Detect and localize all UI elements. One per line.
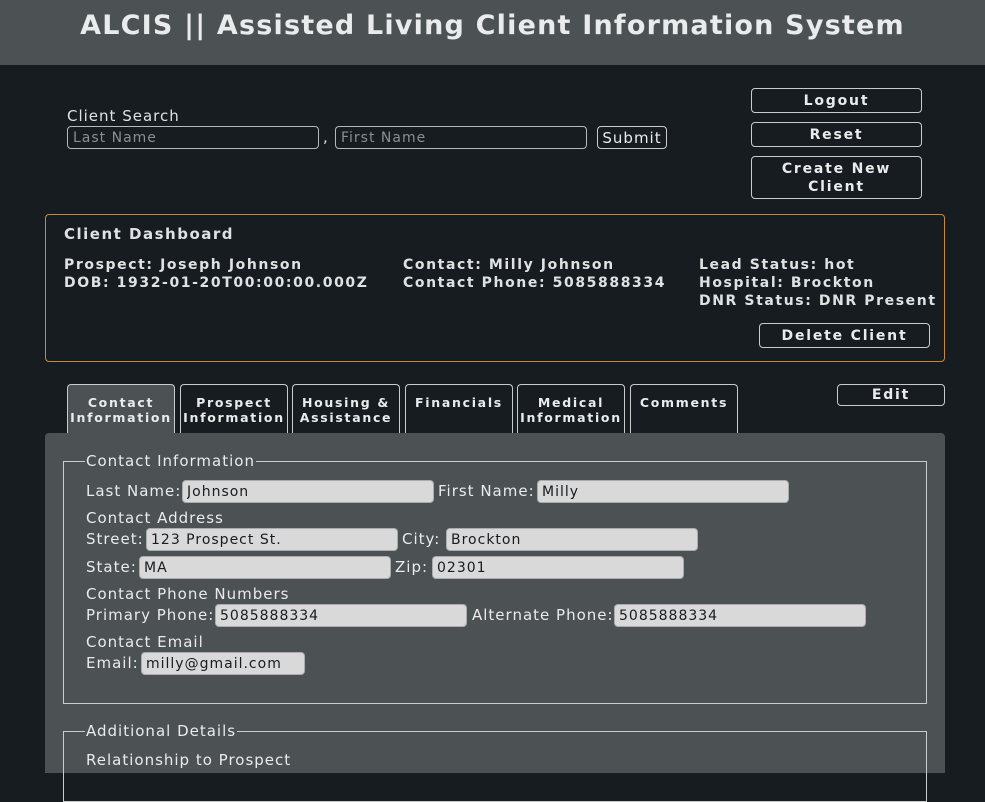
create-new-client-label-line1: Create New — [781, 160, 892, 177]
app-title: ALCIS || Assisted Living Client Informat… — [80, 10, 905, 41]
app-header: ALCIS || Assisted Living Client Informat… — [0, 0, 985, 65]
city-label: City: — [402, 530, 441, 548]
tab-label-line1: Comments — [639, 395, 729, 410]
tab-panel: Contact Information Last Name: First Nam… — [45, 433, 945, 802]
tab-label-line1: Contact — [87, 395, 155, 410]
prospect-name: Prospect: Joseph Johnson — [64, 257, 303, 273]
logout-button[interactable]: Logout — [751, 88, 922, 113]
contact-first-name-input[interactable] — [537, 480, 789, 503]
tab-comments[interactable]: Comments — [630, 384, 738, 434]
email-label: Email: — [86, 654, 139, 672]
contact-email-heading: Contact Email — [86, 633, 204, 651]
tab-housing-assistance[interactable]: Housing & Assistance — [292, 384, 400, 434]
tab-medical-information[interactable]: Medical Information — [517, 384, 625, 434]
first-name-label: First Name: — [438, 482, 535, 500]
tab-label-line1: Housing & — [301, 395, 391, 410]
zip-input[interactable] — [432, 556, 684, 579]
create-new-client-button[interactable]: Create New Client — [751, 156, 922, 199]
primary-phone-label: Primary Phone: — [86, 606, 215, 624]
city-input[interactable] — [446, 528, 698, 551]
additional-details-legend: Additional Details — [86, 722, 237, 740]
tab-label-line2: Assistance — [299, 410, 393, 425]
contact-address-heading: Contact Address — [86, 509, 224, 527]
last-name-label: Last Name: — [86, 482, 182, 500]
dashboard-title: Client Dashboard — [64, 225, 235, 243]
tab-label-line1: Medical — [537, 395, 605, 410]
contact-name: Contact: Milly Johnson — [403, 257, 615, 273]
street-label: Street: — [86, 530, 144, 548]
tab-label-line1: Prospect — [196, 395, 272, 410]
tab-label-line2: Information — [183, 410, 285, 425]
prospect-dob: DOB: 1932-01-20T00:00:00.000Z — [64, 275, 369, 291]
state-input[interactable] — [139, 556, 391, 579]
email-input[interactable] — [141, 652, 305, 675]
tab-label-line2: Information — [520, 410, 622, 425]
contact-last-name-input[interactable] — [182, 480, 434, 503]
first-name-search-input[interactable] — [335, 126, 587, 149]
contact-phone-heading: Contact Phone Numbers — [86, 585, 290, 603]
state-label: State: — [86, 558, 137, 576]
reset-button[interactable]: Reset — [751, 122, 922, 147]
primary-phone-input[interactable] — [215, 604, 467, 627]
tab-label-line1: Financials — [415, 395, 503, 410]
tab-contact-information[interactable]: Contact Information — [67, 384, 175, 434]
hospital: Hospital: Brockton — [699, 275, 875, 291]
tab-label-line2: Information — [70, 410, 172, 425]
search-submit-button[interactable]: Submit — [597, 126, 667, 149]
search-separator: , — [323, 128, 329, 146]
contact-information-legend: Contact Information — [86, 452, 255, 470]
zip-label: Zip: — [395, 558, 429, 576]
last-name-search-input[interactable] — [67, 126, 319, 149]
alternate-phone-input[interactable] — [614, 604, 866, 627]
tab-prospect-information[interactable]: Prospect Information — [180, 384, 288, 434]
alternate-phone-label: Alternate Phone: — [472, 606, 614, 624]
relationship-heading: Relationship to Prospect — [86, 751, 292, 769]
tab-financials[interactable]: Financials — [405, 384, 513, 434]
client-dashboard: Client Dashboard Prospect: Joseph Johnso… — [45, 214, 945, 362]
create-new-client-label-line2: Client — [808, 178, 865, 195]
lead-status: Lead Status: hot — [699, 257, 856, 273]
client-search-label: Client Search — [67, 107, 180, 125]
edit-button[interactable]: Edit — [837, 384, 945, 406]
street-input[interactable] — [146, 528, 398, 551]
contact-phone: Contact Phone: 5085888334 — [403, 275, 667, 291]
delete-client-button[interactable]: Delete Client — [759, 323, 930, 348]
dnr-status: DNR Status: DNR Present — [699, 293, 937, 309]
